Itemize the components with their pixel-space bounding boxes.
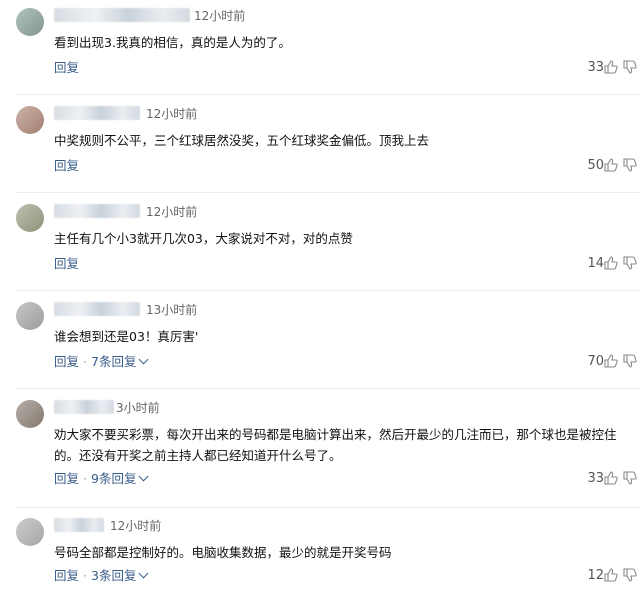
thumbs-up-icon[interactable] [604,471,618,485]
comment-text: 号码全部都是控制好的。电脑收集数据，最少的就是开奖号码 [54,545,392,560]
chevron-down-icon [139,354,149,365]
chevron-down-icon [139,471,149,482]
comment-text: 中奖规则不公平，三个红球居然没奖，五个红球奖金偏低。顶我上去 [54,133,430,148]
username-blurred[interactable] [54,302,140,316]
avatar[interactable] [16,8,44,36]
comment-actions: 回复 · 3条回复 [54,567,149,585]
comment-actions: 回复 · 7条回复 [54,353,149,371]
like-count: 70 [587,354,604,369]
like-count: 12 [587,568,604,583]
comment-item: 12小时前 号码全部都是控制好的。电脑收集数据，最少的就是开奖号码 回复 · 3条回… [0,518,640,594]
avatar[interactable] [16,106,44,134]
thumbs-up-icon[interactable] [604,568,618,582]
reply-button[interactable]: 回复 [54,60,79,75]
avatar[interactable] [16,400,44,428]
thumbs-up-icon[interactable] [604,158,618,172]
like-count: 14 [587,256,604,271]
comment-item: 13小时前 谁会想到还是03！真厉害' 回复 · 7条回复 70 [0,302,640,389]
like-count: 33 [587,471,604,486]
thumbs-down-icon[interactable] [623,471,637,485]
replies-count-label: 7条回复 [91,354,137,369]
username-blurred[interactable] [54,518,104,532]
avatar[interactable] [16,518,44,546]
comment-time: 12小时前 [194,9,246,23]
divider [16,94,640,95]
reply-button[interactable]: 回复 [54,256,79,271]
reply-button[interactable]: 回复 [54,354,79,369]
comment-actions: 回复 [54,255,79,273]
comment-time: 3小时前 [116,401,160,415]
comment-time: 12小时前 [146,107,198,121]
username-blurred[interactable] [54,204,140,218]
comment-actions: 回复 · 9条回复 [54,470,149,488]
comment-text: 劝大家不要买彩票，每次开出来的号码都是电脑计算出来，然后开最少的几注而已，那个球… [54,427,617,463]
view-replies-button[interactable]: 3条回复 [91,568,149,583]
thumbs-down-icon[interactable] [623,60,637,74]
reply-button[interactable]: 回复 [54,158,79,173]
divider [16,507,640,508]
divider [16,290,640,291]
username-blurred[interactable] [54,106,140,120]
comment-time: 12小时前 [146,205,198,219]
username-blurred[interactable] [54,8,190,22]
divider [16,192,640,193]
comment-item: 12小时前 中奖规则不公平，三个红球居然没奖，五个红球奖金偏低。顶我上去 回复 … [0,106,640,193]
thumbs-down-icon[interactable] [623,256,637,270]
comment-text: 主任有几个小3就开几次03，大家说对不对，对的点赞 [54,231,353,246]
username-blurred[interactable] [54,400,114,414]
like-count: 50 [587,158,604,173]
chevron-down-icon [139,568,149,579]
avatar[interactable] [16,204,44,232]
comment-time: 13小时前 [146,303,198,317]
reply-button[interactable]: 回复 [54,568,79,583]
view-replies-button[interactable]: 9条回复 [91,471,149,486]
replies-count-label: 9条回复 [91,471,137,486]
comment-text: 谁会想到还是03！真厉害' [54,329,199,344]
comment-text: 看到出现3.我真的相信，真的是人为的了。 [54,35,291,50]
view-replies-button[interactable]: 7条回复 [91,354,149,369]
like-count: 33 [587,60,604,75]
comment-item: 12小时前 主任有几个小3就开几次03，大家说对不对，对的点赞 回复 14 [0,204,640,291]
avatar[interactable] [16,302,44,330]
thumbs-up-icon[interactable] [604,256,618,270]
thumbs-down-icon[interactable] [623,158,637,172]
replies-count-label: 3条回复 [91,568,137,583]
thumbs-up-icon[interactable] [604,354,618,368]
comment-actions: 回复 [54,59,79,77]
comment-item: 12小时前 看到出现3.我真的相信，真的是人为的了。 回复 33 [0,8,640,95]
comment-actions: 回复 [54,157,79,175]
comment-item: 3小时前 劝大家不要买彩票，每次开出来的号码都是电脑计算出来，然后开最少的几注而… [0,400,640,508]
divider [16,388,640,389]
thumbs-up-icon[interactable] [604,60,618,74]
thumbs-down-icon[interactable] [623,568,637,582]
comment-time: 12小时前 [110,519,162,533]
reply-button[interactable]: 回复 [54,471,79,486]
thumbs-down-icon[interactable] [623,354,637,368]
